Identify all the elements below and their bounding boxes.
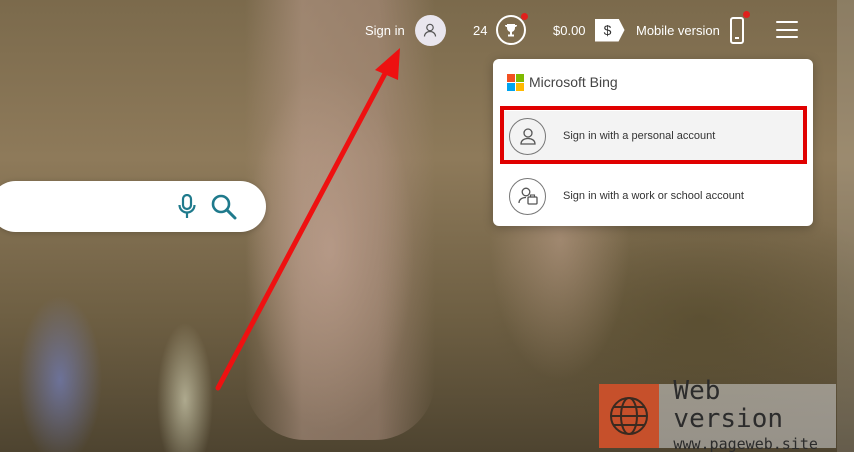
watermark-title: Web version [673, 376, 783, 434]
balance-amount: $0.00 [553, 22, 586, 38]
globe-icon [599, 384, 660, 448]
work-account-icon [509, 177, 546, 215]
background-pillar [245, 0, 435, 440]
microsoft-logo-icon [507, 73, 524, 91]
rewards-count: 24 [473, 22, 488, 38]
notification-dot [742, 10, 750, 18]
search-icon[interactable] [211, 194, 237, 220]
sign-in-flyout: Microsoft Bing Sign in with a personal a… [493, 59, 813, 226]
notification-dot [521, 13, 529, 20]
personal-account-option[interactable]: Sign in with a personal account [502, 111, 804, 161]
sign-in-button[interactable]: Sign in [365, 14, 446, 46]
balance-button[interactable]: $0.00 $ [553, 17, 625, 43]
menu-icon[interactable] [776, 21, 798, 38]
personal-account-label: Sign in with a personal account [563, 130, 716, 142]
trophy-icon [496, 13, 529, 45]
sign-in-label: Sign in [365, 22, 405, 38]
person-icon [509, 117, 546, 155]
flyout-brand: Microsoft Bing [507, 72, 618, 92]
microphone-icon[interactable] [178, 194, 196, 220]
watermark: Web version www.pageweb.site [599, 377, 836, 453]
brand-name: Microsoft Bing [529, 74, 618, 90]
phone-icon [729, 10, 750, 44]
search-box [0, 181, 266, 232]
mobile-version-button[interactable]: Mobile version [636, 10, 750, 46]
work-account-option[interactable]: Sign in with a work or school account [502, 171, 804, 221]
top-bar: Sign in 24 $0.00 $ Mobile version [0, 0, 854, 60]
dollar-tag-icon: $ [594, 18, 625, 42]
mobile-version-label: Mobile version [636, 22, 720, 38]
avatar-icon [414, 14, 446, 46]
rewards-button[interactable]: 24 [473, 13, 529, 46]
work-account-label: Sign in with a work or school account [563, 190, 744, 202]
page-scrollbar[interactable] [837, 0, 854, 452]
search-input[interactable] [10, 193, 164, 221]
